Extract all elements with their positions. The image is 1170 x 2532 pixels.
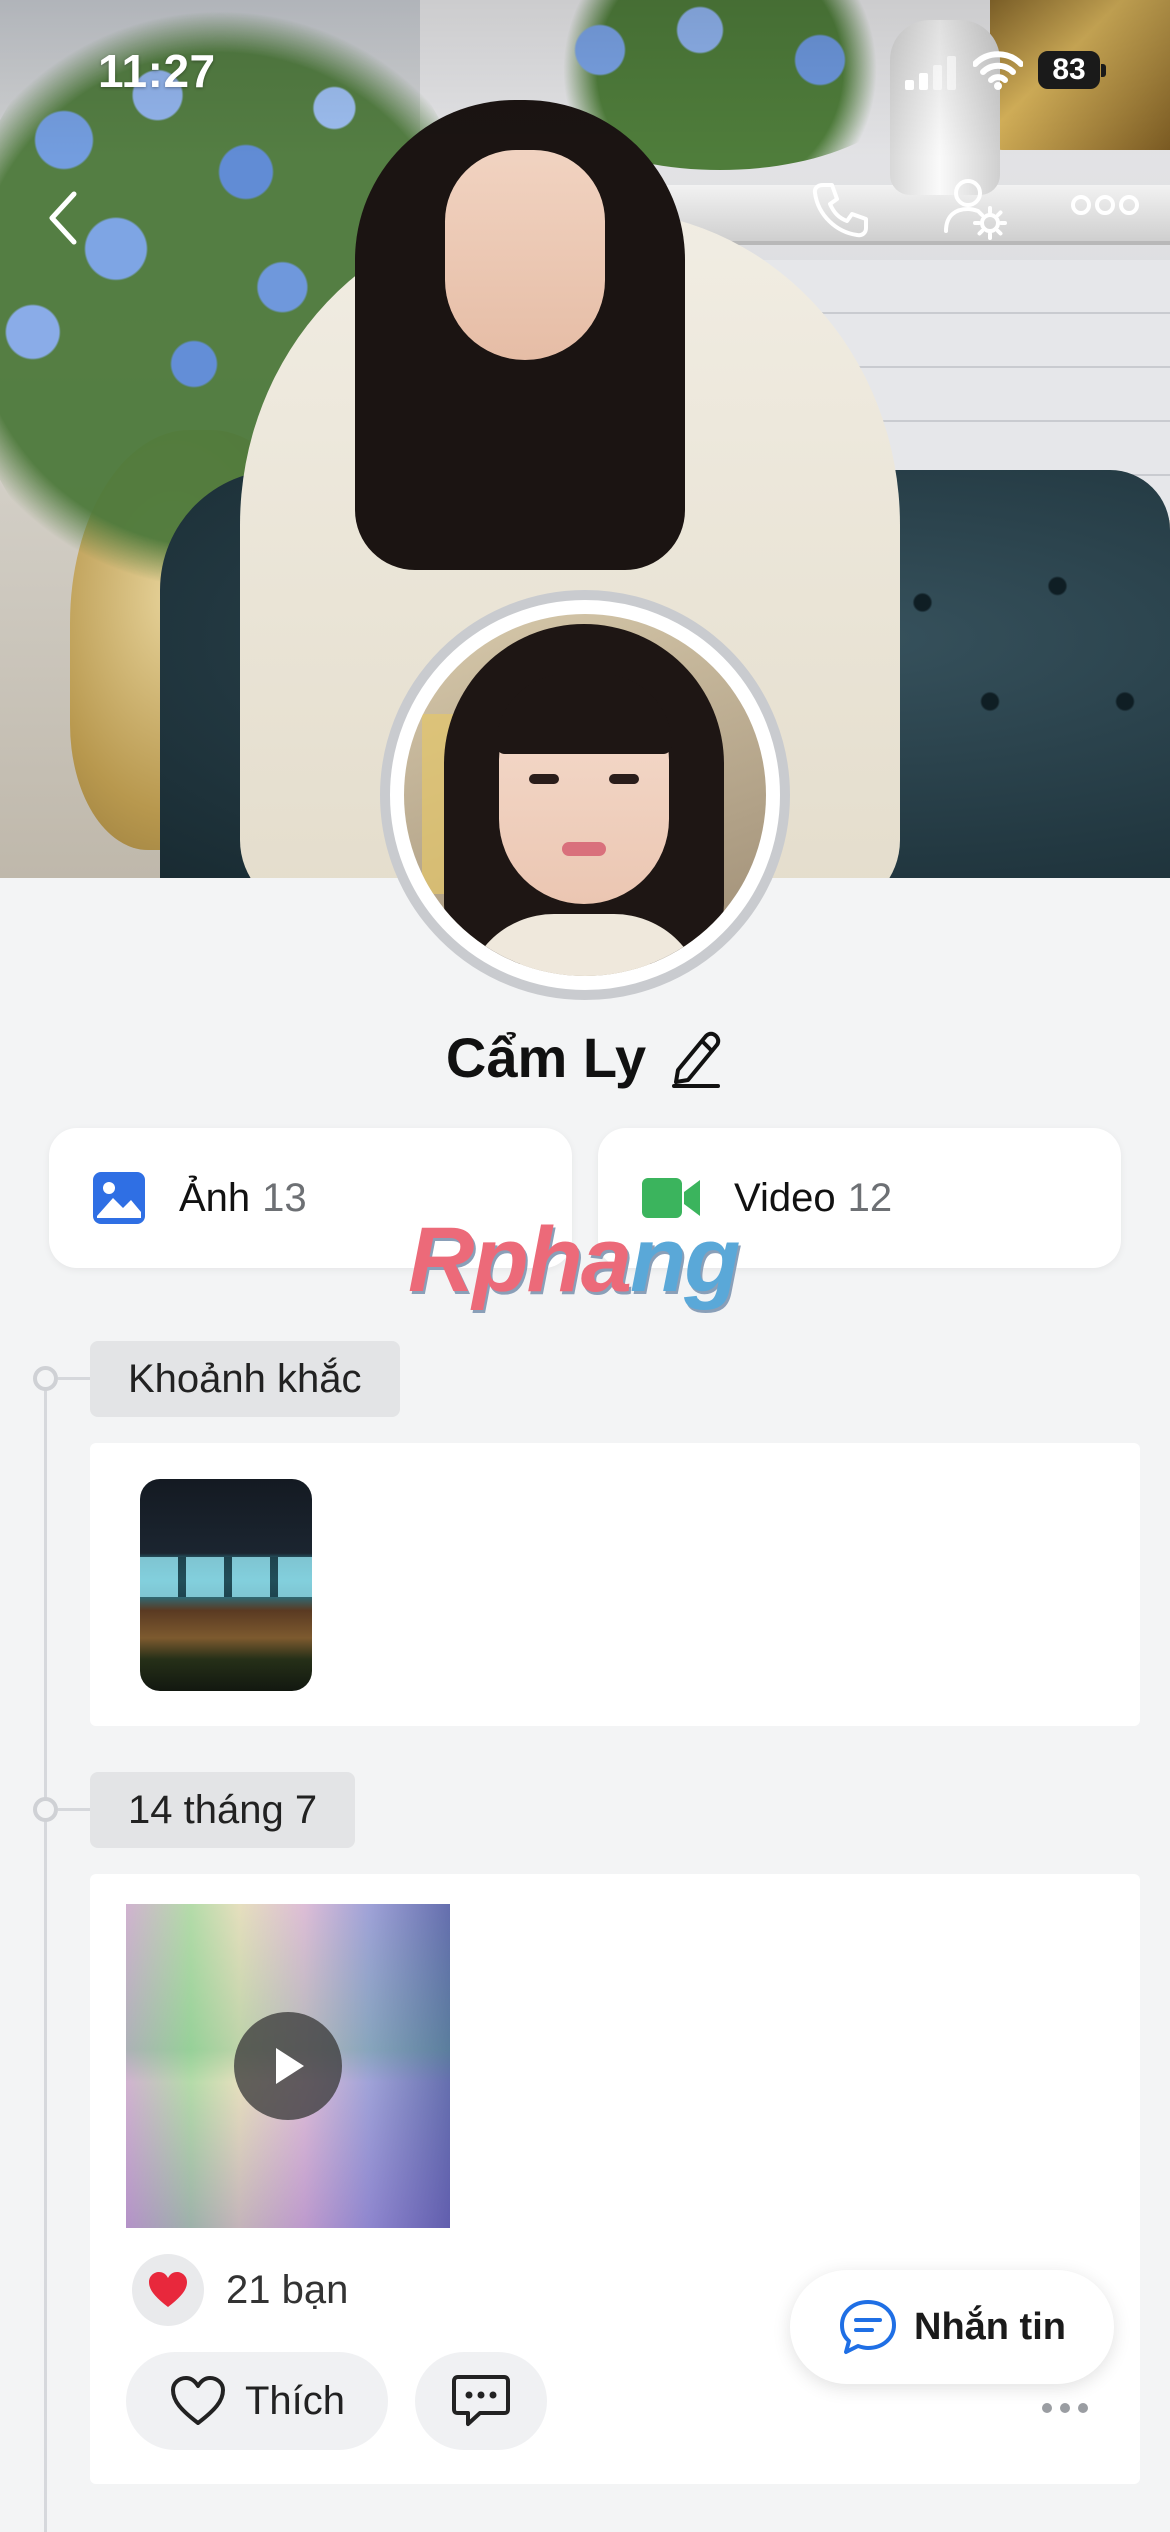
comment-icon: [452, 2375, 510, 2426]
more-horizontal-icon: [1071, 195, 1139, 215]
avatar-photo: [404, 614, 766, 976]
message-button[interactable]: Nhắn tin: [790, 2270, 1114, 2384]
avatar[interactable]: [380, 590, 790, 1000]
photos-count: 13: [262, 1175, 307, 1220]
post-date-header: 14 tháng 7: [90, 1772, 356, 1848]
timeline-dot: [33, 1366, 58, 1391]
call-button[interactable]: [800, 170, 880, 250]
reactions-row[interactable]: 21 bạn: [132, 2254, 348, 2326]
wifi-icon: [972, 50, 1024, 90]
profile-name: Cẩm Ly: [445, 1026, 647, 1089]
back-button[interactable]: [28, 178, 98, 258]
video-thumbnail[interactable]: [126, 1904, 450, 2228]
timeline-dot: [33, 1797, 58, 1822]
phone-icon: [812, 183, 868, 238]
status-time: 11:27: [98, 45, 216, 97]
battery-indicator: 83: [1038, 51, 1106, 89]
profile-settings-button[interactable]: [935, 168, 1015, 248]
watermark-logo: Rphang: [408, 1209, 740, 1311]
post-card: 21 bạn Thích: [90, 1874, 1140, 2484]
post-more-button[interactable]: [1042, 2398, 1102, 2418]
timeline-line: [44, 1378, 47, 2532]
timeline-tick: [58, 1377, 90, 1380]
photos-label: Ảnh: [179, 1175, 251, 1220]
play-icon: [276, 2048, 304, 2084]
heart-reaction-icon: [132, 2254, 204, 2326]
user-settings-icon: [944, 179, 1007, 240]
status-bar: 11:27 83: [0, 0, 1170, 150]
moment-thumbnail[interactable]: [140, 1479, 312, 1691]
image-icon: [93, 1172, 145, 1224]
chat-bubble-icon: [840, 2300, 896, 2354]
play-button[interactable]: [234, 2012, 342, 2120]
edit-pencil-icon[interactable]: [668, 1026, 724, 1090]
moments-card: [90, 1443, 1140, 1726]
more-options-button[interactable]: [1065, 180, 1145, 230]
videos-label: Video: [734, 1175, 836, 1220]
profile-page: 11:27 83 Cẩm Ly Ảnh 13 Video 12 Rphang K…: [0, 0, 1170, 2532]
heart-outline-icon: [170, 2376, 225, 2425]
timeline-tick: [58, 1808, 90, 1811]
message-label: Nhắn tin: [914, 2305, 1066, 2348]
moments-header: Khoảnh khắc: [90, 1341, 400, 1417]
videos-count: 12: [847, 1175, 893, 1220]
chevron-left-icon: [49, 191, 77, 245]
like-button[interactable]: Thích: [126, 2352, 388, 2450]
like-label: Thích: [244, 2378, 346, 2423]
comment-button[interactable]: [415, 2352, 547, 2450]
cellular-signal-icon: [905, 54, 957, 90]
reactions-count: 21 bạn: [226, 2267, 349, 2312]
profile-name-row: Cẩm Ly: [0, 1025, 1170, 1090]
